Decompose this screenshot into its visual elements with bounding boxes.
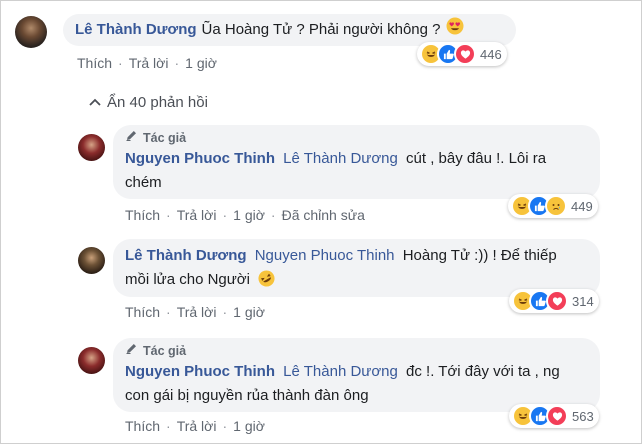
like-link[interactable]: Thích [125,304,160,320]
heart-eyes-emoji-icon [446,17,464,43]
pencil-icon [125,129,138,146]
mention-link[interactable]: Lê Thành Dương [283,150,398,167]
reaction-count: 314 [572,293,594,309]
comment-thread: Lê Thành Dương Ũa Hoàng Tử ? Phải người … [0,0,642,444]
like-link[interactable]: Thích [125,418,160,434]
hide-replies-link[interactable]: Ẩn 40 phản hồi [89,94,208,111]
chevron-up-icon [89,94,101,111]
separator-dot: · [270,207,276,223]
reply-link[interactable]: Trả lời [177,304,217,320]
love-reaction-icon [454,43,476,65]
comment-author[interactable]: Lê Thành Dương [125,247,247,264]
comment-actions: Thích · Trả lời · 1 giờ · Đã chỉnh sửa [125,207,365,223]
timestamp[interactable]: 1 giờ [185,55,217,71]
reactions-summary[interactable]: 449 [508,194,598,218]
reaction-count: 449 [571,198,593,214]
comment-text: Ũa Hoàng Tử ? Phải người không ? [201,21,441,38]
separator-dot: · [166,418,171,434]
reaction-count: 563 [572,408,594,424]
separator-dot: · [166,207,171,223]
avatar[interactable] [78,247,105,274]
hide-replies-label: Ẩn 40 phản hồi [107,94,208,111]
separator-dot: · [222,304,228,320]
comment-bubble: Tác giả Nguyen Phuoc Thinh Lê Thành Dươn… [113,125,600,199]
love-reaction-icon [546,405,568,427]
timestamp[interactable]: 1 giờ [233,304,265,320]
pencil-icon [125,342,138,359]
avatar[interactable] [78,347,105,374]
comment-text-line: chém [125,174,162,191]
comment-text: Lê Thành Dương Nguyen Phuoc Thinh Hoàng … [125,247,557,264]
separator-dot: · [222,418,228,434]
comment-actions: Thích · Trả lời · 1 giờ [77,55,217,71]
reactions-summary[interactable]: 314 [509,289,599,313]
timestamp[interactable]: 1 giờ [233,418,265,434]
mention-link[interactable]: Nguyen Phuoc Thinh [255,247,395,264]
separator-dot: · [174,55,180,71]
edited-label[interactable]: Đã chỉnh sửa [282,207,365,223]
author-badge: Tác giả [125,342,589,359]
comment-actions: Thích · Trả lời · 1 giờ [125,304,265,320]
comment-text: Nguyen Phuoc Thinh Lê Thành Dương đc !. … [125,363,560,380]
sad-reaction-icon [545,195,567,217]
mention-link[interactable]: Lê Thành Dương [283,363,398,380]
comment-author[interactable]: Nguyen Phuoc Thinh [125,363,275,380]
comment-author[interactable]: Lê Thành Dương [75,18,197,42]
reactions-summary[interactable]: 446 [417,42,507,66]
avatar[interactable] [78,134,105,161]
avatar[interactable] [15,16,47,48]
like-link[interactable]: Thích [125,207,160,223]
separator-dot: · [222,207,228,223]
reply-link[interactable]: Trả lời [177,207,217,223]
comment-author[interactable]: Nguyen Phuoc Thinh [125,150,275,167]
love-reaction-icon [546,290,568,312]
rofl-emoji-icon [258,270,275,295]
reaction-count: 446 [480,46,502,62]
timestamp[interactable]: 1 giờ [233,207,265,223]
separator-dot: · [166,304,171,320]
comment-bubble: Tác giả Nguyen Phuoc Thinh Lê Thành Dươn… [113,338,600,412]
reactions-summary[interactable]: 563 [509,404,599,428]
comment-text: Nguyen Phuoc Thinh Lê Thành Dương cút , … [125,150,547,167]
author-badge: Tác giả [125,129,589,146]
separator-dot: · [118,55,123,71]
comment-actions: Thích · Trả lời · 1 giờ [125,418,265,434]
reply-link[interactable]: Trả lời [129,55,169,71]
like-link[interactable]: Thích [77,55,112,71]
reply-link[interactable]: Trả lời [177,418,217,434]
